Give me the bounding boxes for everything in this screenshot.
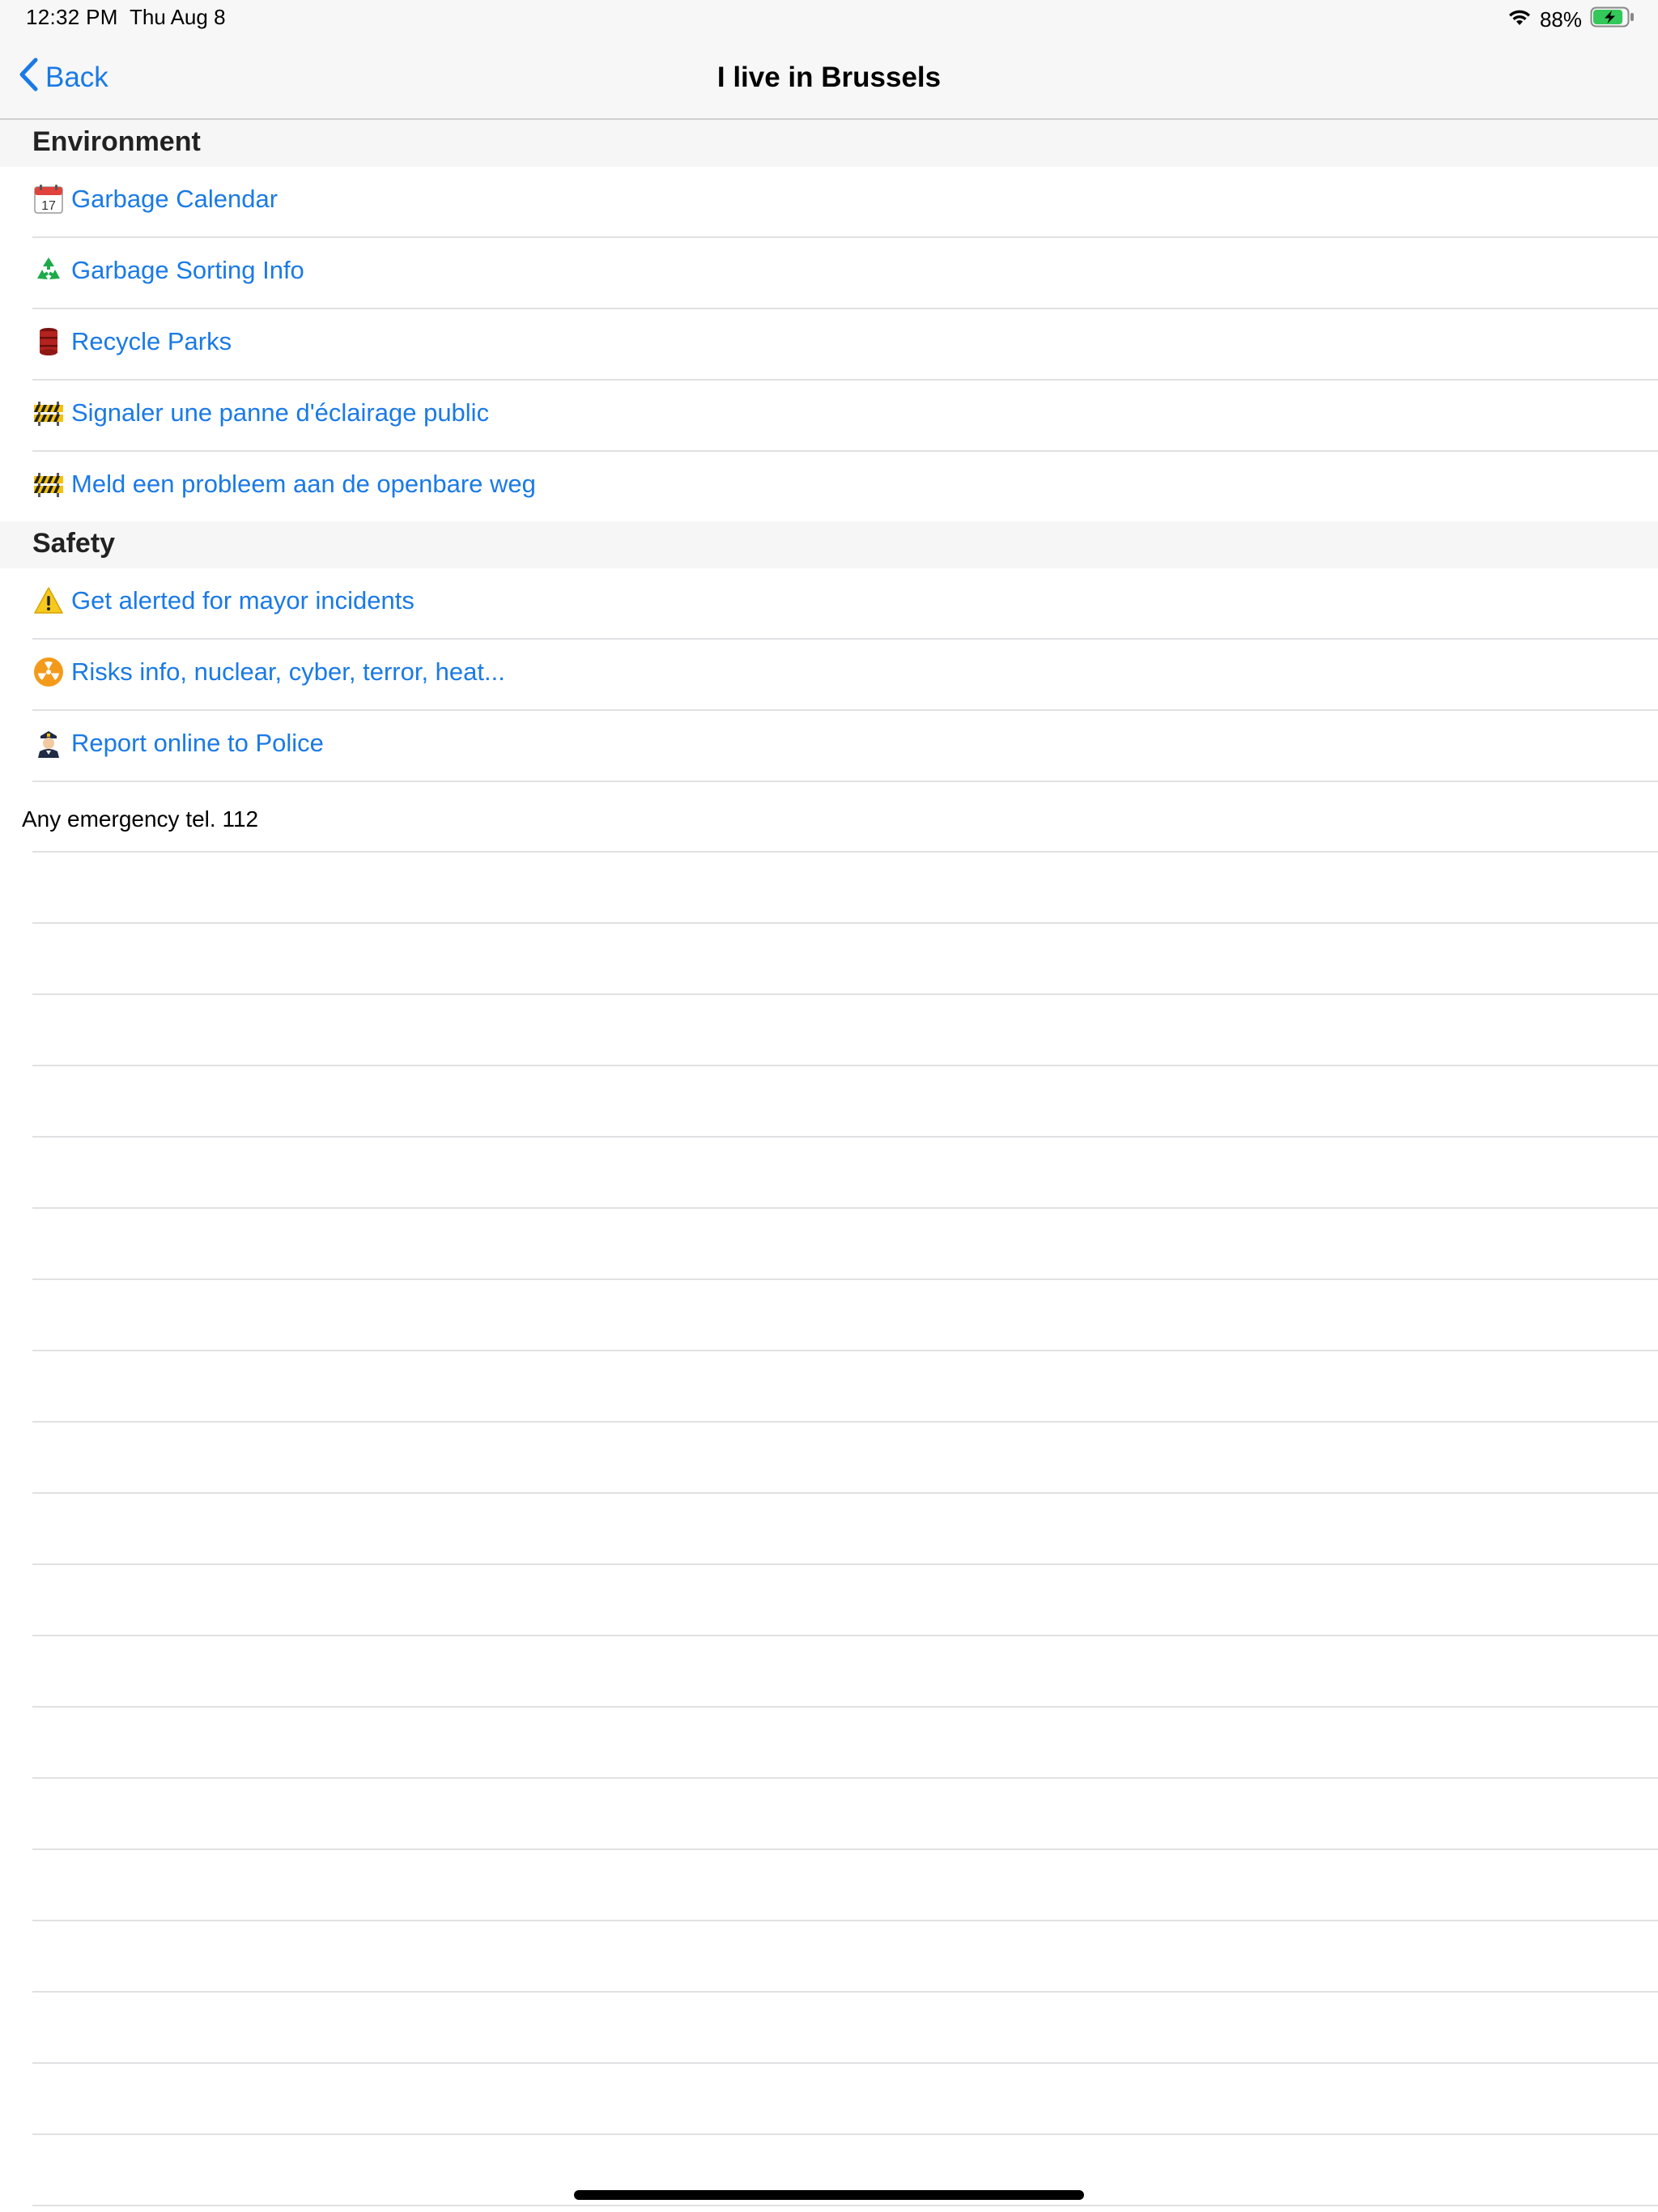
emergency-note: Any emergency tel. 112 bbox=[22, 806, 259, 832]
svg-text:17: 17 bbox=[41, 199, 56, 213]
list-item-label: Risks info, nuclear, cyber, terror, heat… bbox=[71, 657, 505, 686]
alerts-link[interactable]: Get alerted for mayor incidents bbox=[32, 585, 414, 617]
status-time: 12:32 PM bbox=[26, 5, 118, 29]
list-item-recycle-parks[interactable]: Recycle Parks bbox=[0, 309, 1658, 381]
list-item-label: Garbage Sorting Info bbox=[71, 256, 304, 284]
report-lighting-link[interactable]: Signaler une panne d'éclairage public bbox=[32, 397, 489, 429]
row-separator bbox=[32, 851, 1658, 853]
row-separator bbox=[32, 1136, 1658, 1138]
garbage-calendar-link[interactable]: 17 Garbage Calendar bbox=[32, 183, 278, 215]
risks-info-link[interactable]: Risks info, nuclear, cyber, terror, heat… bbox=[32, 656, 505, 688]
list-item-label: Get alerted for mayor incidents bbox=[71, 586, 414, 615]
barrel-icon bbox=[32, 325, 65, 358]
status-bar: 12:32 PM Thu Aug 8 88% bbox=[0, 0, 1658, 39]
row-separator bbox=[32, 1991, 1658, 1993]
report-road-link[interactable]: Meld een probleem aan de openbare weg bbox=[32, 468, 536, 500]
warning-icon bbox=[32, 585, 65, 617]
page-title: I live in Brussels bbox=[716, 62, 942, 93]
status-indicators: 88% bbox=[1507, 5, 1635, 34]
section-header-environment: Environment bbox=[0, 120, 1658, 167]
row-separator bbox=[32, 922, 1658, 924]
battery-percent: 88% bbox=[1539, 6, 1582, 32]
row-separator bbox=[32, 1350, 1658, 1351]
section-header-safety: Safety bbox=[0, 521, 1658, 568]
section-title: Safety bbox=[32, 528, 116, 559]
row-separator bbox=[32, 2062, 1658, 2064]
list-item-label: Report online to Police bbox=[71, 729, 324, 757]
row-separator bbox=[32, 1065, 1658, 1066]
construction-barrier-icon bbox=[32, 468, 65, 500]
row-separator bbox=[32, 1492, 1658, 1494]
row-separator bbox=[32, 1777, 1658, 1779]
radioactive-icon bbox=[32, 656, 65, 688]
list-item-garbage-sorting[interactable]: Garbage Sorting Info bbox=[0, 238, 1658, 309]
row-separator bbox=[32, 1421, 1658, 1423]
navigation-bar: Back I live in Brussels bbox=[0, 39, 1658, 120]
list-item-report-lighting[interactable]: Signaler une panne d'éclairage public bbox=[0, 381, 1658, 452]
row-separator bbox=[32, 1848, 1658, 1850]
list-item-report-road[interactable]: Meld een probleem aan de openbare weg bbox=[0, 452, 1658, 523]
recycle-parks-link[interactable]: Recycle Parks bbox=[32, 325, 232, 358]
row-separator bbox=[32, 2133, 1658, 2135]
list-item-label: Garbage Calendar bbox=[71, 185, 278, 213]
row-separator bbox=[32, 1920, 1658, 1921]
list-item-label: Signaler une panne d'éclairage public bbox=[71, 398, 490, 427]
home-indicator[interactable] bbox=[574, 2190, 1084, 2200]
construction-barrier-icon bbox=[32, 397, 65, 429]
row-separator bbox=[32, 2205, 1658, 2206]
list-item-risks-info[interactable]: Risks info, nuclear, cyber, terror, heat… bbox=[0, 640, 1658, 711]
list-item-report-police[interactable]: Report online to Police bbox=[0, 711, 1658, 782]
garbage-sorting-link[interactable]: Garbage Sorting Info bbox=[32, 254, 304, 287]
row-separator bbox=[32, 1706, 1658, 1708]
report-police-link[interactable]: Report online to Police bbox=[32, 727, 324, 759]
wifi-icon bbox=[1507, 7, 1532, 32]
row-separator bbox=[32, 1278, 1658, 1280]
list-item-label: Meld een probleem aan de openbare weg bbox=[71, 470, 536, 498]
battery-charging-icon bbox=[1590, 6, 1635, 34]
police-officer-icon bbox=[32, 727, 65, 759]
recycle-icon bbox=[32, 254, 65, 287]
list-item-label: Recycle Parks bbox=[71, 327, 232, 355]
status-date: Thu Aug 8 bbox=[130, 5, 226, 29]
list-item-alerts[interactable]: Get alerted for mayor incidents bbox=[0, 568, 1658, 640]
list-item-garbage-calendar[interactable]: 17 Garbage Calendar bbox=[0, 167, 1658, 238]
row-separator bbox=[32, 1635, 1658, 1636]
row-separator bbox=[32, 1207, 1658, 1209]
section-title: Environment bbox=[32, 126, 201, 157]
row-separator bbox=[32, 1563, 1658, 1565]
row-separator bbox=[32, 993, 1658, 995]
calendar-icon: 17 bbox=[32, 183, 65, 215]
row-separator bbox=[32, 781, 1658, 782]
